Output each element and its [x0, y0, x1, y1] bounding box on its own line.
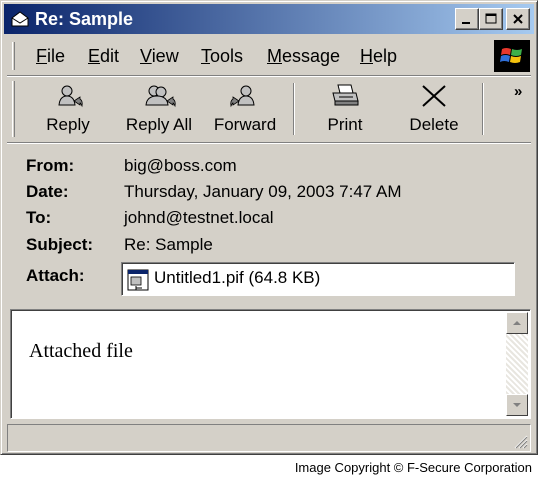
minimize-button[interactable] [455, 8, 479, 30]
menu-label: essage [282, 46, 341, 66]
menu-help[interactable]: Help [360, 44, 397, 68]
menu-label: ools [210, 46, 244, 66]
message-text: Attached file [29, 340, 133, 362]
menu-label: dit [100, 46, 120, 66]
menu-bar: File Edit View Tools Message Help [4, 38, 534, 74]
reply-icon [58, 85, 83, 108]
reply-button[interactable]: Reply [40, 79, 96, 139]
menu-message[interactable]: Message [267, 44, 340, 68]
email-window: Re: Sample File Edit View Tools Message … [0, 0, 538, 455]
subject-label: Subject: [26, 235, 94, 254]
title-bar[interactable]: Re: Sample [4, 4, 534, 34]
menu-edit[interactable]: Edit [88, 44, 119, 68]
minimize-icon [462, 22, 470, 24]
scroll-up-button[interactable] [506, 312, 528, 334]
to-label: To: [26, 208, 52, 227]
toolbar: Reply Reply All Forward Print Delete » [4, 77, 534, 141]
toolbar-separator-line [7, 142, 531, 144]
date-value: Thursday, January 09, 2003 7:47 AM [124, 182, 402, 201]
delete-label: Delete [409, 115, 459, 134]
message-body[interactable]: Attached file [10, 309, 531, 419]
menu-file[interactable]: File [36, 44, 65, 68]
arrow-down-icon [513, 403, 521, 407]
from-label: From: [26, 156, 75, 175]
menu-accel: V [140, 46, 152, 66]
printer-icon [332, 84, 359, 106]
close-icon [513, 14, 523, 24]
toolbar-overflow-chevron[interactable]: » [514, 83, 522, 100]
arrow-up-icon [513, 321, 521, 325]
reply-all-icon [145, 85, 176, 108]
menu-accel: M [267, 46, 282, 66]
subject-value: Re: Sample [124, 235, 213, 254]
close-button[interactable] [506, 8, 530, 30]
to-value[interactable]: johnd@testnet.local [124, 208, 274, 228]
delete-button[interactable]: Delete [404, 79, 464, 139]
windows-logo [494, 40, 530, 72]
envelope-icon[interactable] [10, 10, 30, 28]
menu-view[interactable]: View [140, 44, 179, 68]
delete-x-icon [422, 85, 446, 107]
attachment-name[interactable]: Untitled1.pif (64.8 KB) [154, 268, 320, 288]
menu-accel: T [201, 46, 210, 66]
attachment-field[interactable]: Untitled1.pif (64.8 KB) [121, 262, 515, 296]
forward-label: Forward [213, 115, 277, 134]
maximize-icon [485, 13, 497, 24]
from-value[interactable]: big@boss.com [124, 156, 237, 176]
menu-label: ile [47, 46, 66, 66]
windows-flag-icon [500, 48, 522, 63]
maximize-button[interactable] [479, 8, 503, 30]
resize-grip-icon[interactable] [512, 433, 528, 449]
toolbar-separator [293, 83, 295, 135]
menu-accel: F [36, 46, 47, 66]
forward-icon [230, 85, 255, 108]
menu-tools[interactable]: Tools [201, 44, 243, 68]
scroll-down-button[interactable] [506, 394, 528, 416]
menu-grip[interactable] [12, 42, 15, 70]
attach-label: Attach: [26, 266, 85, 285]
status-bar [7, 424, 531, 452]
menu-accel: E [88, 46, 101, 66]
toolbar-grip[interactable] [12, 81, 15, 137]
toolbar-separator [482, 83, 484, 135]
print-button[interactable]: Print [320, 79, 370, 139]
vertical-scrollbar[interactable] [506, 312, 528, 416]
pif-file-icon[interactable] [127, 269, 149, 291]
copyright-caption: Image Copyright © F-Secure Corporation [294, 460, 532, 475]
menu-label: iew [151, 46, 179, 66]
menu-accel: H [360, 46, 373, 66]
date-label: Date: [26, 182, 69, 201]
reply-all-button[interactable]: Reply All [120, 79, 198, 139]
menu-label: elp [373, 46, 398, 66]
window-title: Re: Sample [35, 9, 134, 29]
reply-label: Reply [46, 115, 90, 134]
print-label: Print [327, 115, 363, 134]
reply-all-label: Reply All [125, 115, 193, 134]
forward-button[interactable]: Forward [208, 79, 282, 139]
